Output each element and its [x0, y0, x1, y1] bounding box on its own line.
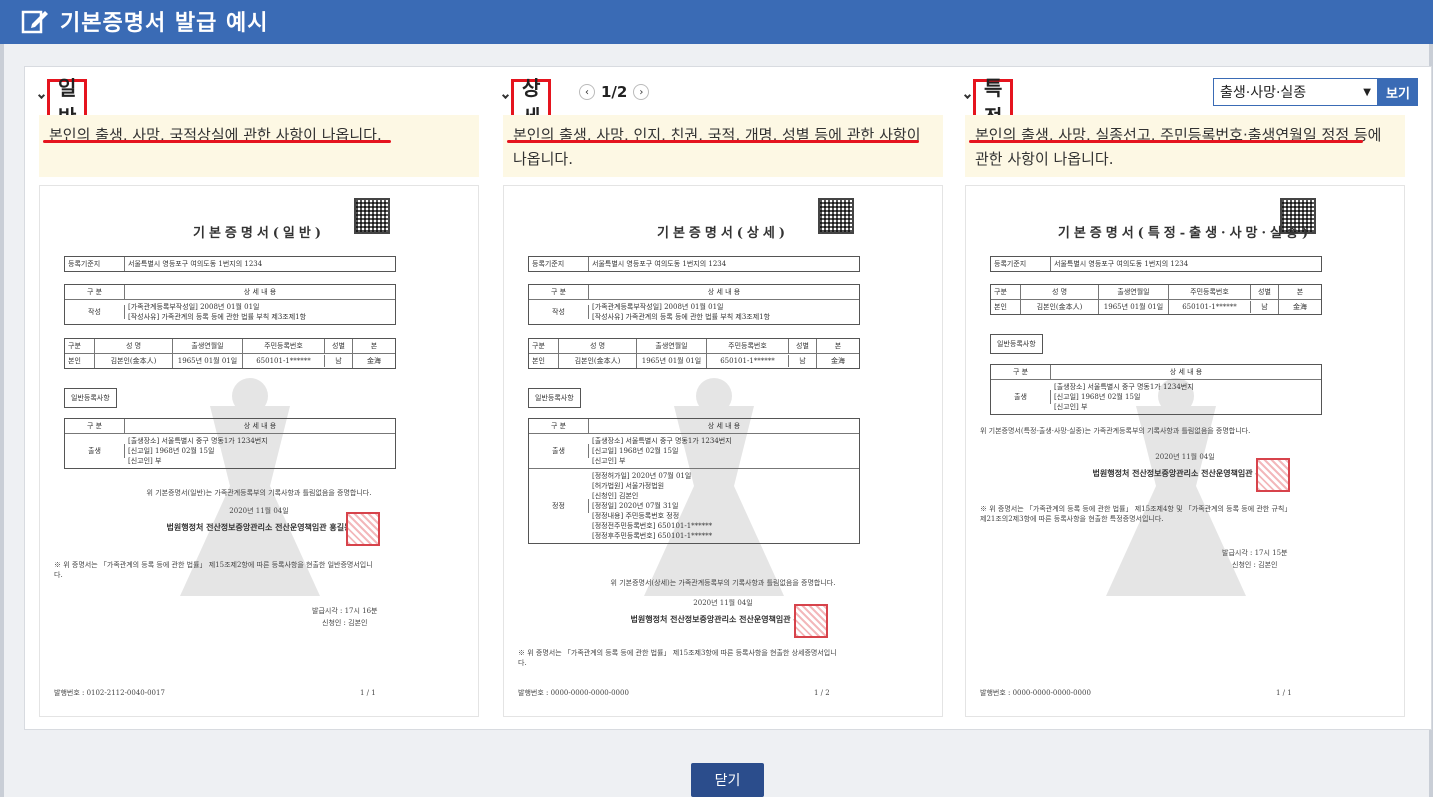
confirm-text: 위 기본증명서(특정-출생·사망·실종)는 가족관계등록부의 기록사항과 틀림없… — [980, 427, 1251, 435]
confirm-text: 위 기본증명서(일반)는 가족관계등록부의 기록사항과 틀림없음을 증명합니다. — [146, 489, 372, 497]
issue-time: 발급시각 : 17시 15분 — [1222, 549, 1288, 557]
applicant: 신청인 : 김본인 — [1232, 561, 1278, 569]
seal-icon — [346, 512, 380, 546]
birth-table: 구 분상 세 내 용 출생 [출생장소] 서울특별시 중구 명동1가 1234번지… — [528, 418, 860, 544]
general-tag: 일반등록사항 — [64, 388, 117, 408]
column-specific: 특정 본인의 출생, 사망, 실종선고, 주민등록번호·출생연월일 정정 등에 … — [951, 67, 1405, 729]
column-detail: 상세 ‹ 1/2 › 본인의 출생, 사망, 인지, 친권, 국적, 개명, 성… — [489, 67, 943, 729]
section-table: 구 분상 세 내 용 작성 [가족관계등록부작성일] 2008년 01월 01일[… — [528, 284, 860, 325]
person-table: 구분 성 명 출생연월일 주민등록번호 성별 본 본인 김본인(金本人) 1965년 01월 … — [528, 338, 860, 369]
document-title: 기본증명서(일반) — [192, 226, 326, 241]
issue-date: 2020년 11월 04일 — [693, 599, 753, 607]
page-indicator: 1/2 — [601, 83, 628, 101]
person-table: 구분 성 명 출생연월일 주민등록번호 성별 본 본인 김본인(金本人) 1965년 01월 … — [64, 338, 396, 369]
pager: ‹ 1/2 › — [579, 83, 650, 101]
examples-panel: 일반 본인의 출생, 사망, 국적상실에 관한 사항이 나옵니다. 기본증명서(… — [24, 66, 1432, 730]
description: 본인의 출생, 사망, 인지, 친권, 국적, 개명, 성별 등에 관한 사항이… — [503, 115, 943, 177]
description: 본인의 출생, 사망, 국적상실에 관한 사항이 나옵니다. — [39, 115, 479, 177]
signer: 법원행정처 전산정보중앙관리소 전산운영책임관 홍길동 — [630, 614, 816, 624]
issue-time: 발급시각 : 17시 16분 — [312, 607, 378, 615]
page-number: 1 / 2 — [814, 689, 830, 697]
seal-icon — [794, 604, 828, 638]
page-number: 1 / 1 — [1276, 689, 1292, 697]
prev-page-button[interactable]: ‹ — [579, 84, 595, 100]
bullet-icon — [501, 91, 510, 100]
seal-icon — [1256, 458, 1290, 492]
left-border — [0, 44, 4, 797]
birth-table: 구 분상 세 내 용 출생 [출생장소] 서울특별시 중구 명동1가 1234번지… — [64, 418, 396, 469]
edit-icon — [21, 10, 48, 34]
person-table: 구분 성 명 출생연월일 주민등록번호 성별 본 본인 김본인(金本人) 1965년 01월 … — [990, 284, 1322, 315]
highlight-underline — [43, 140, 391, 143]
bullet-icon — [963, 91, 972, 100]
page-number: 1 / 1 — [360, 689, 376, 697]
highlight-underline — [507, 140, 919, 143]
signer: 법원행정처 전산정보중앙관리소 전산운영책임관 홍길동 — [1092, 468, 1278, 478]
reg-table: 등록기준지 서울특별시 영등포구 여의도동 1번지의 1234 — [64, 256, 396, 272]
issue-date: 2020년 11월 04일 — [229, 507, 289, 515]
note: ※ 위 증명서는 「가족관계의 등록 등에 관한 법률」 제15조제2항에 따른… — [54, 561, 373, 579]
issue-number: 발행번호 : 0102-2112-0040-0017 — [54, 689, 165, 697]
reg-table: 등록기준지 서울특별시 영등포구 여의도동 1번지의 1234 — [528, 256, 860, 272]
bullet-icon — [37, 91, 46, 100]
applicant: 신청인 : 김본인 — [322, 619, 368, 627]
general-tag: 일반등록사항 — [990, 334, 1043, 354]
view-button[interactable]: 보기 — [1378, 78, 1418, 106]
description: 본인의 출생, 사망, 실종선고, 주민등록번호·출생연월일 정정 등에 관한 … — [965, 115, 1405, 177]
general-tag: 일반등록사항 — [528, 388, 581, 408]
dialog-title: 기본증명서 발급 예시 — [60, 11, 269, 36]
note: ※ 위 증명서는 「가족관계의 등록 등에 관한 법률」 제15조제4항 및 「… — [980, 505, 1292, 523]
issue-number: 발행번호 : 0000-0000-0000-0000 — [980, 689, 1091, 697]
dropdown-arrow-icon: ▼ — [1363, 86, 1371, 98]
confirm-text: 위 기본증명서(상세)는 가족관계등록부의 기록사항과 틀림없음을 증명합니다. — [610, 579, 836, 587]
issue-number: 발행번호 : 0000-0000-0000-0000 — [518, 689, 629, 697]
signer: 법원행정처 전산정보중앙관리소 전산운영책임관 홍길동 — [166, 522, 352, 532]
next-page-button[interactable]: › — [633, 84, 650, 100]
birth-table: 구 분상 세 내 용 출생 [출생장소] 서울특별시 중구 명동1가 1234번지… — [990, 364, 1322, 415]
close-button[interactable]: 닫기 — [691, 763, 764, 797]
document-title: 기본증명서(특정-출생·사망·실종) — [1057, 226, 1313, 241]
highlight-underline — [969, 140, 1363, 143]
certificate-preview: 기본증명서(특정-출생·사망·실종) 등록기준지 서울특별시 영등포구 여의도동 … — [965, 185, 1405, 717]
certificate-preview: 기본증명서(일반) 등록기준지 서울특별시 영등포구 여의도동 1번지의 1234… — [39, 185, 479, 717]
certificate-preview: 기본증명서(상세) 등록기준지 서울특별시 영등포구 여의도동 1번지의 1234… — [503, 185, 943, 717]
document-title: 기본증명서(상세) — [656, 226, 790, 241]
note: ※ 위 증명서는 「가족관계의 등록 등에 관한 법률」 제15조제3항에 따른… — [518, 649, 837, 667]
column-general: 일반 본인의 출생, 사망, 국적상실에 관한 사항이 나옵니다. 기본증명서(… — [25, 67, 479, 729]
issue-date: 2020년 11월 04일 — [1155, 453, 1215, 461]
dialog-header: 기본증명서 발급 예시 — [0, 0, 1433, 44]
reg-table: 등록기준지 서울특별시 영등포구 여의도동 1번지의 1234 — [990, 256, 1322, 272]
section-table: 구 분상 세 내 용 작성 [가족관계등록부작성일] 2008년 01월 01일[… — [64, 284, 396, 325]
certificate-type-select[interactable]: 출생·사망·실종 ▼ — [1213, 78, 1378, 106]
